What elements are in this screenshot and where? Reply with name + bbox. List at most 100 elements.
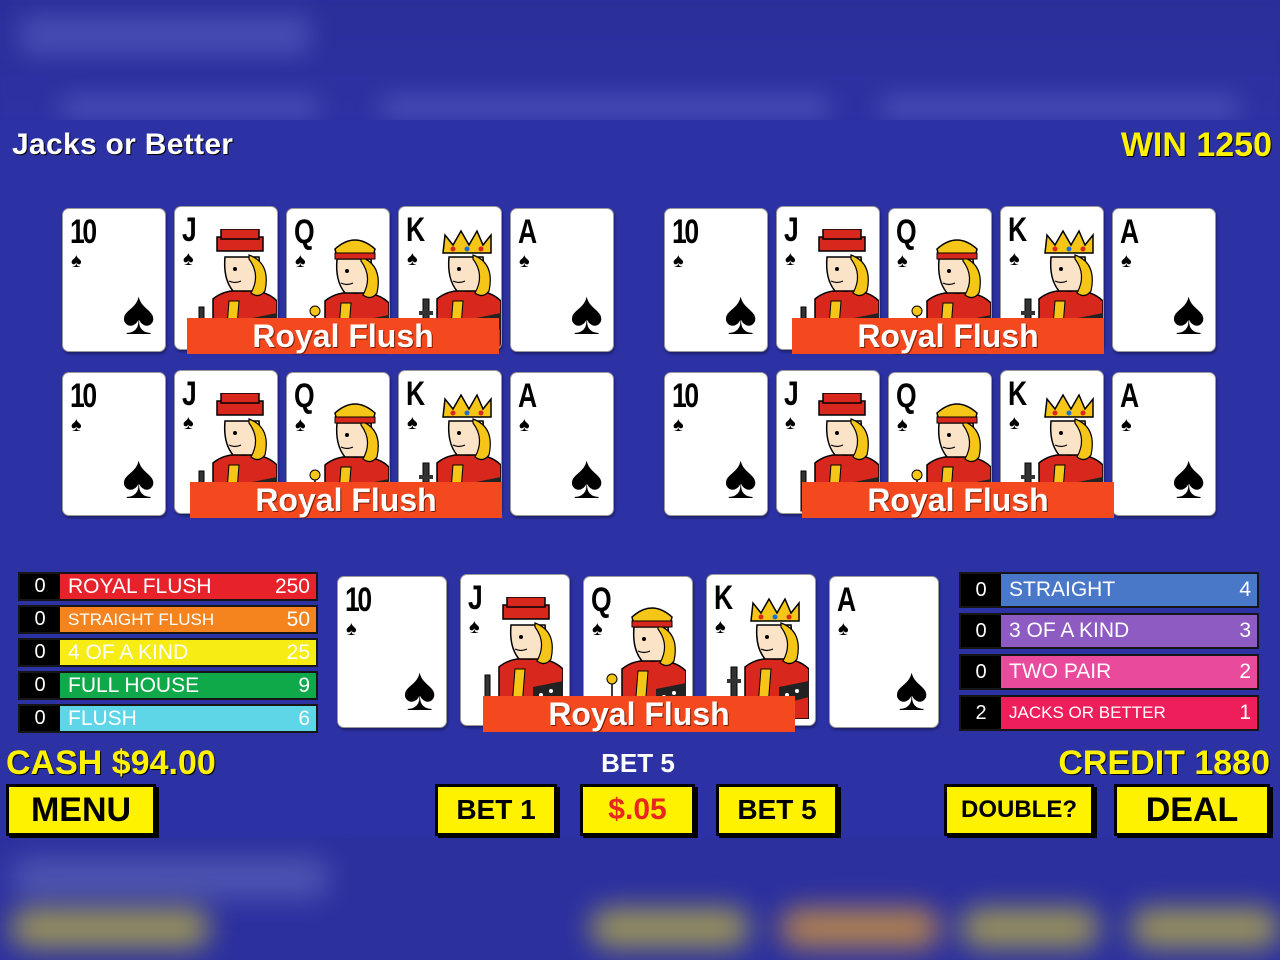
- card-rank: A: [518, 377, 538, 415]
- hit-count: 0: [961, 574, 1001, 606]
- spade-icon: ♠: [897, 414, 908, 436]
- spade-icon: ♠: [1172, 443, 1205, 512]
- spade-icon: ♠: [1009, 248, 1020, 270]
- paytable-row: 0 FULL HOUSE 9: [18, 671, 318, 700]
- spade-icon: ♠: [715, 616, 726, 638]
- spade-icon: ♠: [183, 412, 194, 434]
- paytable-left: 0 ROYAL FLUSH 250 0 STRAIGHT FLUSH 50 0 4 OF A …: [18, 572, 318, 737]
- spade-icon: ♠: [1009, 412, 1020, 434]
- video-poker-table: Jacks or Better WIN 1250 10 ♠ ♠ J ♠ Q ♠ K ♠ A ♠ ♠ Ro…: [0, 120, 1280, 838]
- spade-icon: ♠: [897, 250, 908, 272]
- spade-icon: ♠: [519, 414, 530, 436]
- playing-card: A ♠ ♠: [510, 372, 614, 516]
- playing-card: A ♠ ♠: [1112, 372, 1216, 516]
- bet-one-button[interactable]: BET 1: [435, 784, 557, 836]
- playing-card: 10 ♠ ♠: [62, 372, 166, 516]
- payout-value: 9: [298, 674, 310, 697]
- payout-value: 3: [1239, 619, 1251, 642]
- playing-card[interactable]: 10 ♠ ♠: [337, 576, 447, 728]
- denomination-button[interactable]: $.05: [580, 784, 695, 836]
- cash-display: CASH $94.00: [6, 744, 216, 782]
- spade-icon: ♠: [724, 279, 757, 348]
- hand-name: 3 OF A KIND: [1009, 619, 1130, 642]
- bet-max-button[interactable]: BET 5: [716, 784, 838, 836]
- payout-value: 2: [1239, 660, 1251, 683]
- spade-icon: ♠: [122, 443, 155, 512]
- card-rank: A: [1120, 377, 1140, 415]
- playing-card: 10 ♠ ♠: [664, 208, 768, 352]
- spade-icon: ♠: [519, 250, 530, 272]
- playing-card: 10 ♠ ♠: [664, 372, 768, 516]
- payout-value: 25: [286, 641, 310, 664]
- blurred-header-band: [0, 0, 1280, 120]
- hand-name: ROYAL FLUSH: [68, 575, 212, 598]
- credit-display: CREDIT 1880: [1058, 744, 1270, 782]
- spade-icon: ♠: [183, 248, 194, 270]
- deal-button[interactable]: DEAL: [1114, 784, 1270, 836]
- hit-count: 0: [20, 673, 60, 698]
- spade-icon: ♠: [838, 618, 849, 640]
- hand-name: STRAIGHT FLUSH: [68, 610, 215, 629]
- menu-button[interactable]: MENU: [6, 784, 156, 836]
- hand-name: JACKS OR BETTER: [1009, 703, 1166, 722]
- hit-count: 2: [961, 697, 1001, 729]
- win-amount: WIN 1250: [1120, 126, 1272, 164]
- hand-result-banner: Royal Flush: [792, 318, 1104, 354]
- blurred-footer-band: [0, 838, 1280, 960]
- card-rank: A: [837, 581, 857, 619]
- secondary-hand: 10 ♠ ♠ J ♠ Q ♠ K ♠ A ♠ ♠ Royal Flush: [62, 370, 620, 522]
- hand-name: FULL HOUSE: [68, 674, 200, 697]
- paytable-row: 0 4 OF A KIND 25: [18, 638, 318, 667]
- secondary-hand: 10 ♠ ♠ J ♠ Q ♠ K ♠ A ♠ ♠ Royal Flush: [664, 370, 1222, 522]
- hand-name: 4 OF A KIND: [68, 641, 189, 664]
- spade-icon: ♠: [122, 279, 155, 348]
- hand-result-banner: Royal Flush: [187, 318, 499, 354]
- spade-icon: ♠: [895, 655, 928, 724]
- hit-count: 0: [20, 640, 60, 665]
- card-rank: 10: [345, 581, 372, 619]
- playing-card[interactable]: A ♠ ♠: [829, 576, 939, 728]
- spade-icon: ♠: [673, 414, 684, 436]
- payout-value: 250: [274, 575, 310, 598]
- spade-icon: ♠: [570, 279, 603, 348]
- payout-value: 1: [1239, 701, 1251, 724]
- secondary-hand: 10 ♠ ♠ J ♠ Q ♠ K ♠ A ♠ ♠ Royal Flush: [664, 206, 1222, 358]
- hit-count: 0: [20, 574, 60, 599]
- spade-icon: ♠: [407, 248, 418, 270]
- double-button[interactable]: DOUBLE?: [944, 784, 1094, 836]
- spade-icon: ♠: [673, 250, 684, 272]
- secondary-hand: 10 ♠ ♠ J ♠ Q ♠ K ♠ A ♠ ♠ Royal Flush: [62, 206, 620, 358]
- spade-icon: ♠: [403, 655, 436, 724]
- hit-count: 0: [20, 706, 60, 731]
- spade-icon: ♠: [724, 443, 757, 512]
- payout-value: 50: [286, 608, 310, 631]
- card-rank: A: [518, 213, 538, 251]
- hand-name: FLUSH: [68, 707, 137, 730]
- main-hand: 10 ♠ ♠ J ♠ Q ♠ K ♠ A ♠ ♠ Royal Flush: [337, 574, 939, 732]
- hand-result-banner: Royal Flush: [483, 696, 795, 732]
- card-rank: 10: [672, 213, 699, 251]
- paytable-row: 0 STRAIGHT FLUSH 50: [18, 605, 318, 634]
- paytable-row: 2 JACKS OR BETTER 1: [959, 695, 1259, 731]
- playing-card: 10 ♠ ♠: [62, 208, 166, 352]
- paytable-row: 0 3 OF A KIND 3: [959, 613, 1259, 649]
- card-rank: 10: [70, 377, 97, 415]
- hand-result-banner: Royal Flush: [190, 482, 502, 518]
- paytable-row: 0 TWO PAIR 2: [959, 654, 1259, 690]
- paytable-row: 0 FLUSH 6: [18, 704, 318, 733]
- hit-count: 0: [961, 656, 1001, 688]
- hand-result-banner: Royal Flush: [802, 482, 1114, 518]
- paytable-row: 0 ROYAL FLUSH 250: [18, 572, 318, 601]
- hit-count: 0: [961, 615, 1001, 647]
- spade-icon: ♠: [570, 443, 603, 512]
- paytable-row: 0 STRAIGHT 4: [959, 572, 1259, 608]
- spade-icon: ♠: [71, 414, 82, 436]
- hand-name: STRAIGHT: [1009, 578, 1116, 601]
- spade-icon: ♠: [295, 250, 306, 272]
- spade-icon: ♠: [1172, 279, 1205, 348]
- spade-icon: ♠: [71, 250, 82, 272]
- card-rank: 10: [70, 213, 97, 251]
- playing-card: A ♠ ♠: [510, 208, 614, 352]
- spade-icon: ♠: [407, 412, 418, 434]
- hit-count: 0: [20, 607, 60, 632]
